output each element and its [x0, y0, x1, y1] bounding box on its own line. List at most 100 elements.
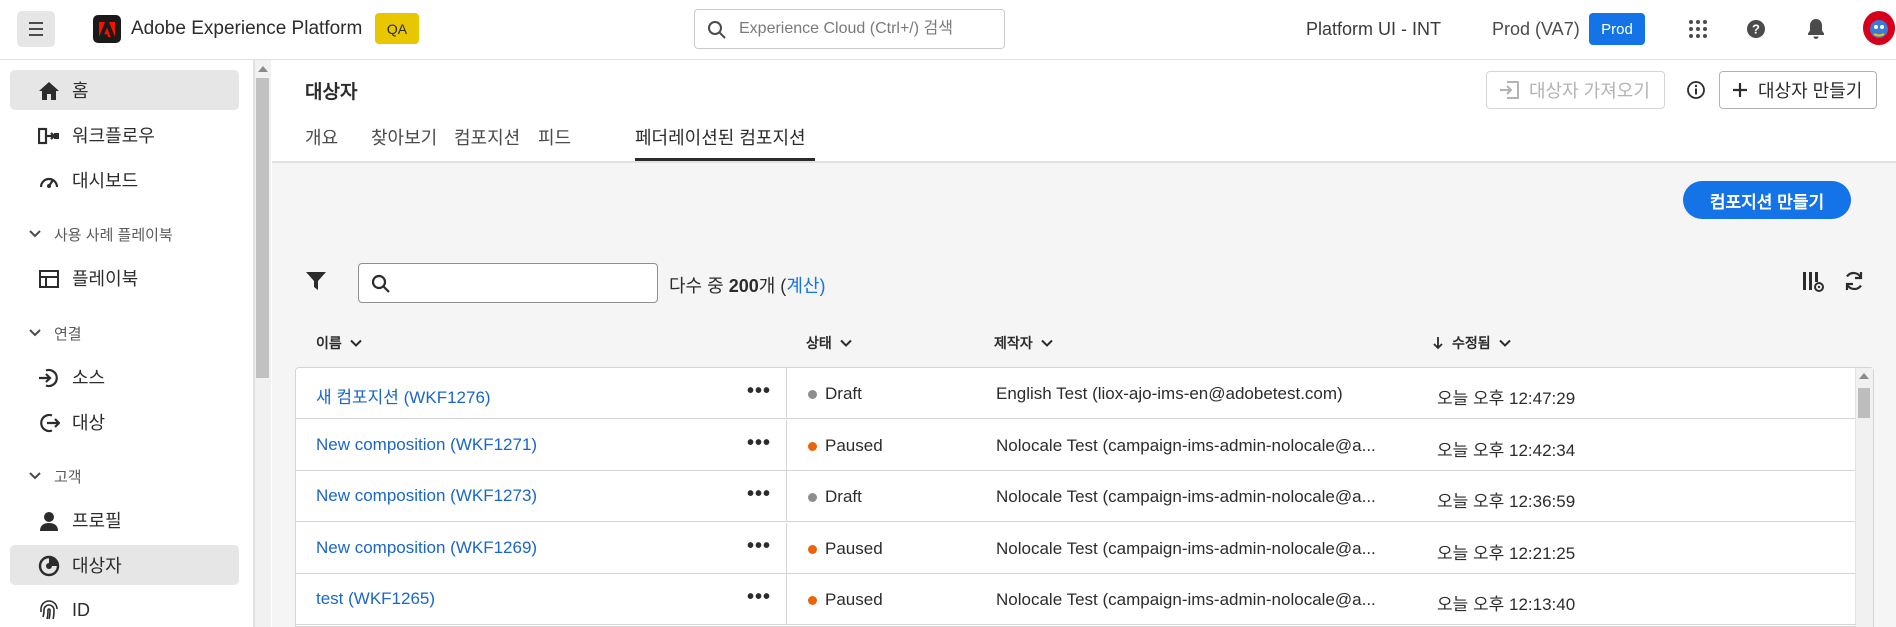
sort-descending-icon: [1433, 337, 1443, 350]
column-header-modified[interactable]: 수정됨: [1432, 333, 1511, 353]
column-divider: [786, 523, 787, 574]
org-switcher[interactable]: Platform UI - INT: [1306, 19, 1441, 40]
modified-cell: 오늘 오후 12:42:34: [1437, 441, 1576, 460]
hamburger-icon: [29, 22, 43, 24]
compositions-table: 새 컴포지션 (WKF1276) ••• Draft English Test …: [295, 367, 1874, 627]
destination-icon: [38, 412, 60, 434]
composition-name-link[interactable]: New composition (WKF1271): [316, 435, 537, 455]
creator-cell: Nolocale Test (campaign-ims-admin-noloca…: [996, 590, 1376, 609]
status-label: Paused: [825, 436, 883, 455]
result-count: 다수 중 200개 (계산): [669, 272, 825, 298]
home-icon: [38, 80, 60, 102]
composition-name-link[interactable]: New composition (WKF1269): [316, 538, 537, 558]
chevron-down-icon: [29, 230, 41, 238]
sidebar-item-sources[interactable]: 소스: [10, 357, 239, 397]
info-icon[interactable]: [1686, 80, 1706, 100]
more-actions-icon[interactable]: •••: [747, 586, 771, 609]
more-actions-icon[interactable]: •••: [747, 535, 771, 558]
column-divider: [786, 368, 787, 419]
tab-overview[interactable]: 개요: [305, 124, 338, 162]
sidebar-section-customer[interactable]: 고객: [28, 464, 82, 488]
status-cell: Paused: [808, 590, 883, 610]
status-cell: Draft: [808, 487, 862, 507]
status-dot: [808, 595, 817, 605]
sidebar-scrollbar-thumb[interactable]: [256, 78, 269, 378]
main-content: 대상자 개요 찾아보기 컴포지션 피드 페더레이션된 컴포지션 대상자 가져오기…: [272, 60, 1896, 627]
sidebar-item-workflows[interactable]: 워크플로우: [10, 115, 239, 155]
top-bar: Adobe Experience Platform QA Platform UI…: [0, 0, 1896, 60]
count-close: ): [819, 276, 826, 296]
user-avatar[interactable]: [1863, 11, 1895, 45]
help-button[interactable]: ?: [1742, 15, 1770, 43]
tab-compositions[interactable]: 컴포지션: [454, 124, 520, 162]
modified-cell: 오늘 오후 12:36:59: [1437, 492, 1576, 511]
sandbox-switcher[interactable]: Prod (VA7): [1492, 19, 1580, 40]
table-row[interactable]: 새 컴포지션 (WKF1276) ••• Draft English Test …: [296, 368, 1856, 419]
sidebar-item-label: ID: [72, 599, 90, 620]
create-audience-label: 대상자 만들기: [1758, 81, 1863, 101]
create-composition-button[interactable]: 컴포지션 만들기: [1683, 181, 1851, 219]
more-actions-icon[interactable]: •••: [747, 483, 771, 506]
page-header: 대상자 개요 찾아보기 컴포지션 피드 페더레이션된 컴포지션 대상자 가져오기…: [272, 60, 1896, 163]
import-audience-button[interactable]: 대상자 가져오기: [1486, 71, 1665, 109]
menu-toggle-button[interactable]: [17, 11, 55, 47]
column-header-name[interactable]: 이름: [316, 333, 362, 353]
playbook-icon: [38, 268, 60, 290]
plus-icon: [1732, 82, 1748, 98]
sidebar-item-destinations[interactable]: 대상: [10, 402, 239, 442]
composition-name-link[interactable]: test (WKF1265): [316, 589, 435, 609]
modified-cell: 오늘 오후 12:13:40: [1437, 595, 1576, 614]
sidebar-section-playbooks[interactable]: 사용 사례 플레이북: [28, 222, 173, 246]
count-number: 200: [728, 276, 759, 296]
table-search-field[interactable]: [358, 263, 658, 303]
modified-cell: 오늘 오후 12:47:29: [1437, 389, 1576, 408]
status-label: Draft: [825, 487, 862, 506]
dashboard-icon: [38, 170, 60, 192]
filter-icon[interactable]: [305, 270, 327, 292]
chevron-down-icon: [29, 472, 41, 480]
composition-name-link[interactable]: New composition (WKF1273): [316, 486, 537, 506]
table-scrollbar-thumb[interactable]: [1858, 388, 1870, 418]
creator-cell: Nolocale Test (campaign-ims-admin-noloca…: [996, 539, 1376, 558]
notifications-button[interactable]: [1802, 15, 1830, 43]
sidebar-item-playbooks[interactable]: 플레이북: [10, 258, 239, 298]
more-actions-icon[interactable]: •••: [747, 380, 771, 403]
chevron-down-icon: [1498, 339, 1511, 347]
app-title[interactable]: Adobe Experience Platform: [131, 18, 362, 40]
scroll-up-arrow-icon[interactable]: [258, 66, 268, 72]
sidebar-item-profiles[interactable]: 프로필: [10, 500, 239, 540]
sidebar-section-connections[interactable]: 연결: [28, 321, 82, 345]
tab-browse[interactable]: 찾아보기: [371, 124, 437, 162]
sidebar-item-identities[interactable]: ID: [10, 590, 239, 627]
status-dot: [808, 441, 817, 451]
sidebar-item-dashboards[interactable]: 대시보드: [10, 160, 239, 200]
refresh-icon[interactable]: [1842, 269, 1866, 293]
column-header-creator[interactable]: 제작자: [994, 333, 1053, 353]
global-search[interactable]: [694, 9, 1005, 49]
table-row[interactable]: New composition (WKF1273) ••• Draft Nolo…: [296, 471, 1856, 522]
column-divider: [786, 420, 787, 471]
column-settings-icon[interactable]: [1801, 269, 1825, 293]
status-dot: [808, 492, 817, 502]
scroll-up-arrow-icon[interactable]: [1859, 373, 1869, 379]
header-label: 제작자: [994, 335, 1033, 351]
sidebar-item-audiences[interactable]: 대상자: [10, 545, 239, 585]
tab-feeds[interactable]: 피드: [538, 124, 571, 162]
table-row[interactable]: test (WKF1265) ••• Paused Nolocale Test …: [296, 574, 1856, 625]
create-audience-button[interactable]: 대상자 만들기: [1719, 71, 1878, 109]
table-row[interactable]: New composition (WKF1271) ••• Paused Nol…: [296, 420, 1856, 471]
composition-name-link[interactable]: 새 컴포지션 (WKF1276): [316, 383, 491, 408]
tab-federated-compositions[interactable]: 페더레이션된 컴포지션: [635, 124, 806, 162]
audience-icon: [38, 555, 60, 577]
calculate-link[interactable]: 계산: [786, 276, 819, 296]
search-icon: [371, 274, 390, 293]
sidebar-item-home[interactable]: 홈: [10, 70, 239, 110]
app-switcher-button[interactable]: [1684, 15, 1712, 43]
search-input[interactable]: [739, 15, 994, 43]
more-actions-icon[interactable]: •••: [747, 432, 771, 455]
table-row[interactable]: New composition (WKF1269) ••• Paused Nol…: [296, 523, 1856, 574]
header-label: 이름: [316, 335, 342, 351]
source-icon: [38, 367, 60, 389]
apps-grid-icon: [1689, 20, 1707, 38]
column-header-status[interactable]: 상태: [806, 333, 852, 353]
